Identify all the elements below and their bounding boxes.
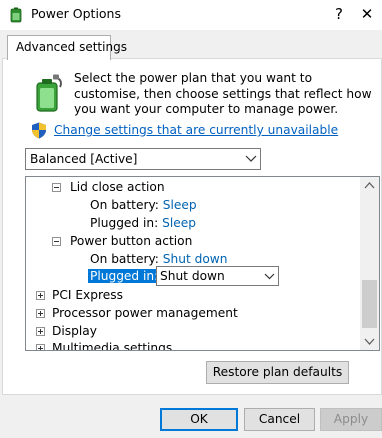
cancel-button[interactable]: Cancel [244, 408, 315, 431]
uac-shield-icon [32, 122, 46, 139]
expand-toggle-icon[interactable] [36, 327, 45, 336]
restore-plan-defaults-button[interactable]: Restore plan defaults [206, 361, 349, 384]
plugged-in-action-select[interactable]: Shut down [156, 266, 279, 286]
tree-item-label: Multimedia settings [52, 341, 173, 351]
tree-item-label: PCI Express [52, 288, 123, 302]
setting-value[interactable]: Shut down [163, 252, 228, 266]
tab-advanced-settings[interactable]: Advanced settings [7, 35, 127, 60]
setting-label: On battery: [90, 198, 159, 212]
tree-item-label: Power button action [70, 234, 193, 248]
scrollbar-thumb[interactable] [362, 280, 377, 328]
collapse-toggle-icon[interactable] [52, 183, 61, 192]
plugged-in-action-select-value: Shut down [160, 269, 225, 283]
tree-scrollbar[interactable] [360, 177, 379, 350]
expand-toggle-icon[interactable] [36, 309, 45, 318]
tree-item-lid-plugged-in[interactable]: Plugged in: Sleep [90, 214, 196, 232]
expand-toggle-icon[interactable] [36, 291, 45, 300]
selected-setting-label: Plugged in: [88, 269, 161, 283]
ok-button[interactable]: OK [160, 408, 238, 431]
tree-item-label: Display [52, 324, 97, 338]
power-plan-select-value: Balanced [Active] [30, 152, 138, 166]
scroll-up-arrow-icon[interactable] [360, 177, 379, 194]
setting-label: Plugged in: [90, 216, 159, 230]
close-button[interactable]: ✕ [356, 3, 378, 25]
change-settings-link[interactable]: Change settings that are currently unava… [54, 123, 338, 137]
power-plan-select[interactable]: Balanced [Active] [25, 148, 261, 170]
scroll-down-arrow-icon[interactable] [360, 333, 379, 350]
tree-item-label: Processor power management [52, 306, 238, 320]
setting-value[interactable]: Sleep [162, 216, 196, 230]
setting-value[interactable]: Sleep [163, 198, 197, 212]
window-title: Power Options [31, 6, 121, 21]
power-options-icon [10, 7, 22, 23]
tab-label: Advanced settings [16, 40, 127, 54]
setting-label: On battery: [90, 252, 159, 266]
expand-toggle-icon[interactable] [36, 344, 45, 350]
battery-plug-icon [36, 74, 62, 112]
chevron-down-icon [264, 273, 275, 280]
collapse-toggle-icon[interactable] [52, 237, 61, 246]
intro-text: Select the power plan that you want to c… [74, 71, 372, 116]
chevron-down-icon [245, 155, 257, 162]
tree-item-pb-plugged-in[interactable]: Plugged in: [88, 267, 161, 285]
tree-item-label: Lid close action [70, 180, 165, 194]
settings-tree[interactable]: Lid close action On battery: Sleep Plugg… [25, 176, 380, 351]
help-button[interactable]: ? [330, 4, 348, 24]
apply-button[interactable]: Apply [320, 408, 382, 431]
tree-item-lid-on-battery[interactable]: On battery: Sleep [90, 196, 197, 214]
